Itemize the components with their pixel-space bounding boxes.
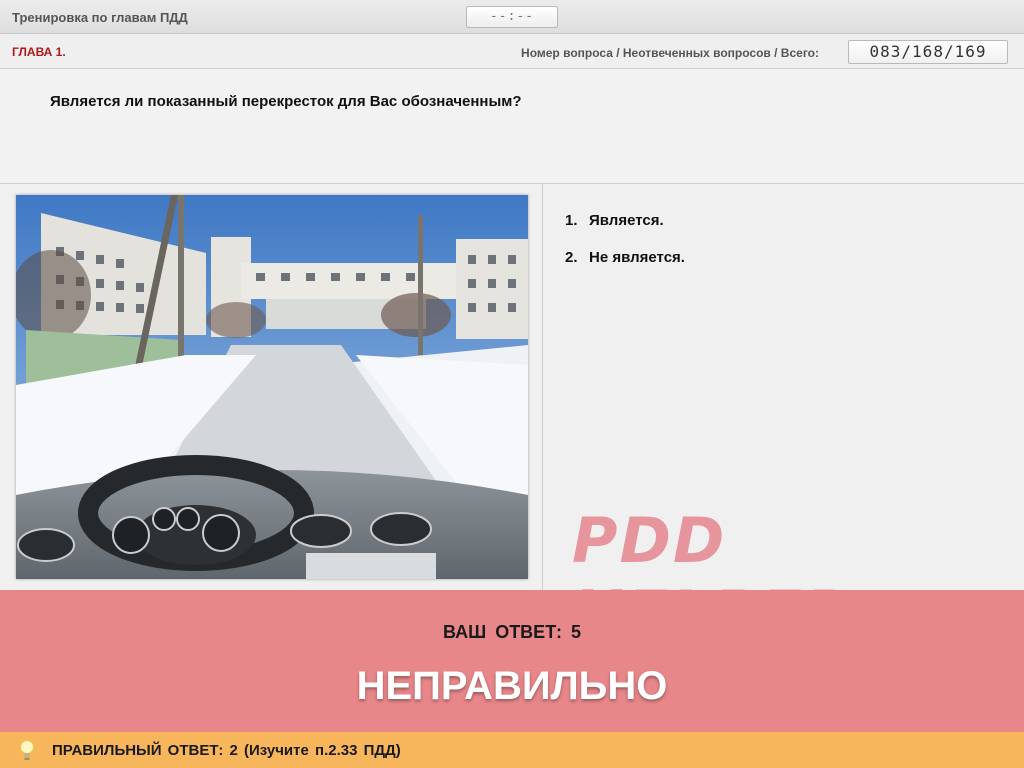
answer-number: 1. xyxy=(565,212,578,229)
result-panel: ВАШ ОТВЕТ: 5 НЕПРАВИЛЬНО xyxy=(0,590,1024,732)
your-answer-label: ВАШ ОТВЕТ: xyxy=(443,622,562,642)
chapter-bar: ГЛАВА 1. Номер вопроса / Неотвеченных во… xyxy=(0,35,1024,69)
app-title: Тренировка по главам ПДД xyxy=(12,10,188,25)
verdict-text: НЕПРАВИЛЬНО xyxy=(356,664,668,708)
answer-list: 1. Является. 2. Не является. xyxy=(565,212,685,286)
timer-display: --:-- xyxy=(466,6,558,28)
answer-number: 2. xyxy=(565,249,578,266)
correct-answer-bar: ПРАВИЛЬНЫЙ ОТВЕТ: 2 (Изучите п.2.33 ПДД) xyxy=(0,732,1024,768)
question-area: Является ли показанный перекресток для В… xyxy=(0,69,1024,184)
title-bar: Тренировка по главам ПДД --:-- xyxy=(0,0,1024,34)
question-counter: 083/168/169 xyxy=(848,40,1008,64)
correct-answer-text: ПРАВИЛЬНЫЙ ОТВЕТ: 2 (Изучите п.2.33 ПДД) xyxy=(52,742,401,759)
answer-option-2[interactable]: 2. Не является. xyxy=(565,249,685,266)
image-panel xyxy=(0,184,543,590)
rule-reference: (Изучите п.2.33 ПДД) xyxy=(244,742,401,759)
answer-text: Не является. xyxy=(589,249,685,266)
answer-text: Является. xyxy=(589,212,664,229)
question-image xyxy=(16,195,528,579)
question-counter-label: Номер вопроса / Неотвеченных вопросов / … xyxy=(521,46,819,60)
question-text: Является ли показанный перекресток для В… xyxy=(50,93,522,110)
your-answer-value: 5 xyxy=(570,622,581,642)
chapter-title: ГЛАВА 1. xyxy=(12,45,66,59)
correct-answer-label: ПРАВИЛЬНЫЙ ОТВЕТ: xyxy=(52,742,224,759)
answer-option-1[interactable]: 1. Является. xyxy=(565,212,685,229)
lightbulb-icon xyxy=(20,740,34,760)
your-answer-line: ВАШ ОТВЕТ: 5 xyxy=(0,622,1024,643)
content-area: 1.Является. 2.Не является. PDD HELPER xyxy=(0,184,1024,650)
correct-answer-value: 2 xyxy=(229,742,238,759)
